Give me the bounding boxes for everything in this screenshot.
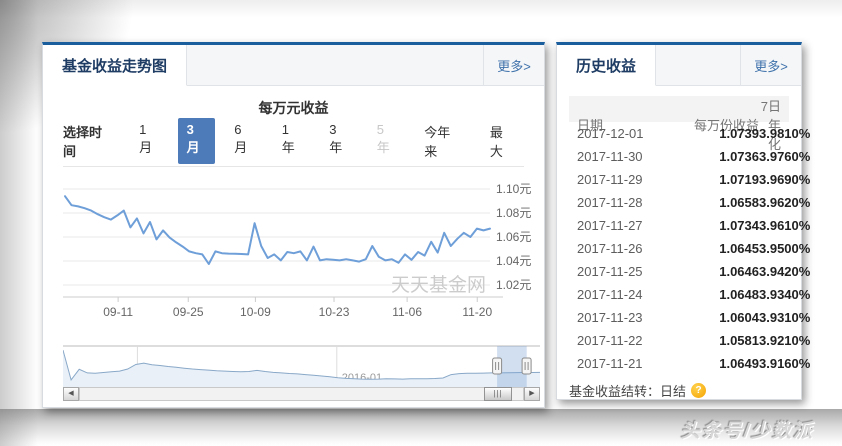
- cell-date: 2017-11-24: [577, 287, 643, 302]
- history-table-header: 日期 每万份收益 7日年化: [569, 96, 789, 152]
- time-options: 1月 3月 6月 1年 3年 5年 今年来 最大: [130, 118, 524, 164]
- table-row: 2017-12-01 1.0739 3.9810%: [569, 122, 810, 145]
- left-more-link[interactable]: 更多>: [483, 45, 544, 85]
- table-row: 2017-11-26 1.0645 3.9500%: [569, 237, 810, 260]
- history-table-body: 2017-12-01 1.0739 3.9810% 2017-11-30 1.0736 3…: [569, 122, 810, 375]
- yield-line-chart[interactable]: 1.10元 1.08元 1.06元 1.04元 1.02元天天基金网 09-11 09-25…: [43, 173, 544, 321]
- svg-text:09-25: 09-25: [173, 305, 204, 319]
- cell-date: 2017-12-01: [577, 126, 644, 141]
- cell-date: 2017-11-30: [577, 149, 643, 164]
- table-row: 2017-11-24 1.0648 3.9340%: [569, 283, 810, 306]
- navigator-left-handle[interactable]: [492, 357, 503, 375]
- cell-date: 2017-11-22: [577, 333, 643, 348]
- svg-text:1.06元: 1.06元: [496, 230, 531, 244]
- history-table: 日期 每万份收益 7日年化 2017-12-01 1.0739 3.9810% 201…: [569, 96, 810, 375]
- cell-date: 2017-11-25: [577, 264, 643, 279]
- right-tabbar: 历史收益 更多>: [557, 45, 801, 86]
- cell-yield-per-10k: 1.0646: [719, 264, 759, 279]
- cell-7day-annualized: 3.9810%: [759, 126, 811, 141]
- cell-7day-annualized: 3.9610%: [759, 218, 811, 233]
- chart-watermark: 天天基金网: [391, 274, 486, 296]
- range-navigator-chart[interactable]: 2014-012016-01: [63, 345, 540, 387]
- scrollbar-thumb[interactable]: |||: [484, 387, 512, 401]
- cell-yield-per-10k: 1.0649: [719, 356, 759, 371]
- cell-7day-annualized: 3.9690%: [759, 172, 811, 187]
- cell-7day-annualized: 3.9340%: [759, 287, 811, 302]
- table-row: 2017-11-29 1.0719 3.9690%: [569, 168, 810, 191]
- time-option-3月[interactable]: 3月: [177, 118, 216, 164]
- time-option-今年来[interactable]: 今年来: [415, 118, 471, 164]
- svg-text:1.04元: 1.04元: [496, 254, 531, 268]
- cell-7day-annualized: 3.9210%: [759, 333, 811, 348]
- fund-yield-chart-panel: 基金收益走势图 更多> 每万元收益 选择时间 1月 3月 6月 1年 3年 5年 今年来 最大…: [42, 42, 545, 408]
- cell-yield-per-10k: 1.0581: [719, 333, 759, 348]
- chart-title: 每万元收益: [258, 100, 329, 116]
- scrollbar-right-arrow-icon[interactable]: ▶: [524, 387, 540, 401]
- table-row: 2017-11-21 1.0649 3.9160%: [569, 352, 810, 375]
- table-row: 2017-11-27 1.0734 3.9610%: [569, 214, 810, 237]
- cell-date: 2017-11-27: [577, 218, 643, 233]
- tab-fund-yield-chart[interactable]: 基金收益走势图: [43, 45, 188, 86]
- cell-yield-per-10k: 1.0645: [719, 241, 759, 256]
- cell-date: 2017-11-26: [577, 241, 643, 256]
- cell-yield-per-10k: 1.0658: [719, 195, 759, 210]
- svg-text:1.02元: 1.02元: [496, 278, 531, 292]
- cell-date: 2017-11-29: [577, 172, 643, 187]
- time-option-1月[interactable]: 1月: [130, 118, 168, 164]
- cell-7day-annualized: 3.9500%: [759, 241, 811, 256]
- svg-text:09-11: 09-11: [103, 305, 133, 319]
- time-option-3年[interactable]: 3年: [320, 118, 358, 164]
- svg-text:10-09: 10-09: [240, 305, 271, 319]
- tab-history-yield[interactable]: 历史收益: [557, 45, 657, 86]
- cell-date: 2017-11-23: [577, 310, 643, 325]
- cell-yield-per-10k: 1.0604: [719, 310, 759, 325]
- divider: [63, 166, 524, 167]
- cell-7day-annualized: 3.9620%: [759, 195, 811, 210]
- time-option-最大[interactable]: 最大: [481, 118, 524, 164]
- svg-text:10-23: 10-23: [319, 305, 350, 319]
- right-more-link[interactable]: 更多>: [740, 45, 801, 85]
- page: 基金收益走势图 更多> 每万元收益 选择时间 1月 3月 6月 1年 3年 5年 今年来 最大…: [0, 0, 842, 446]
- settlement-text: 基金收益结转：日结: [569, 384, 687, 399]
- cell-date: 2017-11-21: [577, 356, 643, 371]
- cell-yield-per-10k: 1.0739: [719, 126, 759, 141]
- table-row: 2017-11-25 1.0646 3.9420%: [569, 260, 810, 283]
- page-watermark: 头条号/少数派: [680, 421, 814, 442]
- time-option-6月[interactable]: 6月: [225, 118, 263, 164]
- time-range-selector: 选择时间 1月 3月 6月 1年 3年 5年 今年来 最大: [43, 118, 544, 164]
- help-icon[interactable]: ?: [691, 383, 707, 398]
- cell-7day-annualized: 3.9160%: [759, 356, 811, 371]
- cell-7day-annualized: 3.9310%: [759, 310, 811, 325]
- svg-text:11-06: 11-06: [392, 305, 422, 319]
- table-row: 2017-11-30 1.0736 3.9760%: [569, 145, 810, 168]
- scrollbar-track[interactable]: [79, 387, 524, 401]
- cell-7day-annualized: 3.9760%: [759, 149, 811, 164]
- cell-yield-per-10k: 1.0734: [719, 218, 759, 233]
- scrollbar-left-arrow-icon[interactable]: ◀: [63, 387, 79, 401]
- cell-yield-per-10k: 1.0736: [719, 149, 759, 164]
- svg-text:1.08元: 1.08元: [496, 206, 531, 220]
- cell-yield-per-10k: 1.0648: [719, 287, 759, 302]
- time-option-1年[interactable]: 1年: [273, 118, 311, 164]
- table-row: 2017-11-22 1.0581 3.9210%: [569, 329, 810, 352]
- time-range-label: 选择时间: [63, 125, 103, 159]
- table-row: 2017-11-28 1.0658 3.9620%: [569, 191, 810, 214]
- time-option-5年: 5年: [376, 122, 390, 155]
- navigator-right-handle[interactable]: [521, 357, 532, 375]
- svg-text:11-20: 11-20: [462, 305, 492, 319]
- cell-date: 2017-11-28: [577, 195, 643, 210]
- cell-7day-annualized: 3.9420%: [759, 264, 811, 279]
- table-row: 2017-11-23 1.0604 3.9310%: [569, 306, 810, 329]
- yield-settlement-note: 基金收益结转：日结 ?: [569, 381, 801, 400]
- header-7day-annualized: 7日年化: [760, 99, 781, 152]
- svg-text:1.10元: 1.10元: [496, 182, 531, 196]
- history-yield-panel: 历史收益 更多> 日期 每万份收益 7日年化 2017-12-01 1.0739 3…: [556, 42, 810, 400]
- navigator-scrollbar: ◀ ||| ▶: [63, 387, 540, 401]
- left-tabbar: 基金收益走势图 更多>: [43, 45, 544, 86]
- cell-yield-per-10k: 1.0719: [719, 172, 759, 187]
